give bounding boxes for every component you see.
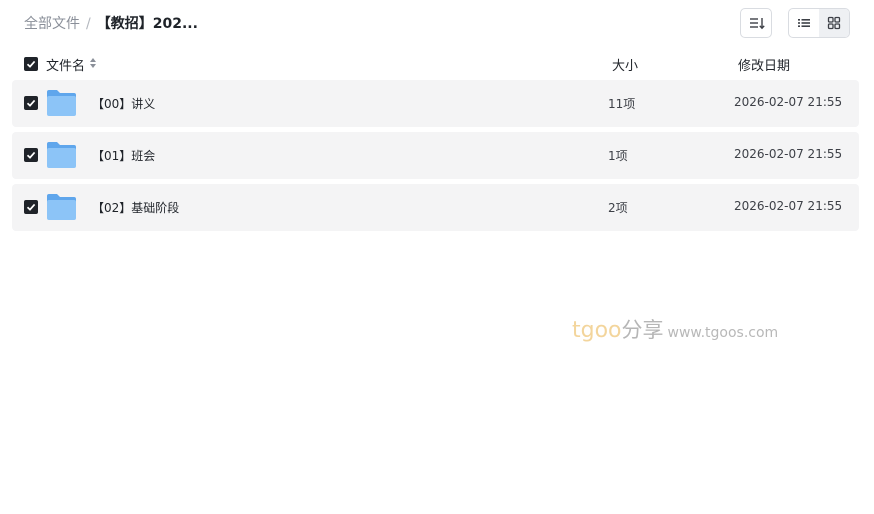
check-icon bbox=[26, 151, 36, 159]
folder-icon bbox=[47, 194, 76, 220]
folder-icon bbox=[47, 142, 76, 168]
column-header-date: 修改日期 bbox=[738, 59, 791, 74]
select-all-checkbox[interactable] bbox=[24, 57, 38, 71]
table-header: 文件名 大小 修改日期 bbox=[0, 50, 874, 78]
view-toggle-group bbox=[788, 8, 850, 38]
file-name[interactable]: 【00】讲义 bbox=[92, 95, 155, 112]
top-bar: 全部文件 / 【教招】202... bbox=[0, 0, 874, 48]
watermark-url: www.tgoos.com bbox=[667, 325, 779, 341]
file-size: 2项 bbox=[608, 201, 628, 215]
file-size: 1项 bbox=[608, 149, 628, 163]
sort-toggle-icon[interactable] bbox=[89, 57, 97, 69]
row-checkbox[interactable] bbox=[24, 148, 38, 162]
file-name[interactable]: 【01】班会 bbox=[92, 147, 155, 164]
grid-view-button[interactable] bbox=[819, 9, 849, 37]
breadcrumb-current: 【教招】202... bbox=[96, 16, 198, 32]
watermark: tgoo分享 www.tgoos.com bbox=[572, 314, 778, 344]
check-icon bbox=[26, 60, 36, 68]
watermark-share: 分享 bbox=[621, 318, 664, 342]
breadcrumb-root[interactable]: 全部文件 bbox=[24, 16, 80, 32]
table-row[interactable]: 【00】讲义 11项 2026-02-07 21:55 bbox=[12, 80, 859, 127]
grid-view-icon bbox=[827, 16, 841, 30]
column-header-name[interactable]: 文件名 bbox=[46, 55, 85, 74]
list-view-icon bbox=[798, 19, 810, 27]
check-icon bbox=[26, 203, 36, 211]
watermark-brand: tgoo bbox=[572, 318, 622, 343]
row-checkbox[interactable] bbox=[24, 96, 38, 110]
file-date: 2026-02-07 21:55 bbox=[734, 147, 843, 161]
sort-lines-icon bbox=[750, 18, 765, 30]
file-date: 2026-02-07 21:55 bbox=[734, 95, 843, 109]
column-header-size: 大小 bbox=[612, 59, 639, 74]
table-row[interactable]: 【01】班会 1项 2026-02-07 21:55 bbox=[12, 132, 859, 179]
folder-icon bbox=[47, 90, 76, 116]
row-checkbox[interactable] bbox=[24, 200, 38, 214]
table-row[interactable]: 【02】基础阶段 2项 2026-02-07 21:55 bbox=[12, 184, 859, 231]
file-size: 11项 bbox=[608, 97, 636, 111]
sort-button[interactable] bbox=[740, 8, 772, 38]
list-view-button[interactable] bbox=[789, 9, 819, 37]
file-name[interactable]: 【02】基础阶段 bbox=[92, 199, 179, 216]
file-date: 2026-02-07 21:55 bbox=[734, 199, 843, 213]
breadcrumb: 全部文件 / 【教招】202... bbox=[24, 14, 198, 34]
breadcrumb-separator: / bbox=[86, 16, 91, 32]
check-icon bbox=[26, 99, 36, 107]
